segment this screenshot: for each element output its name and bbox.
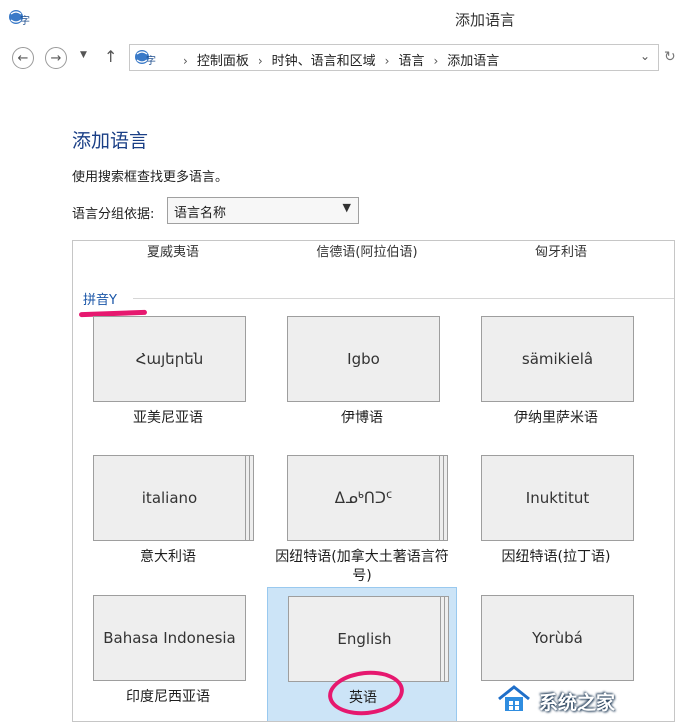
language-name[interactable]: 夏威夷语 <box>83 241 263 260</box>
breadcrumb-separator-icon: › <box>384 54 390 68</box>
tile-card: sämikielâ <box>481 316 634 402</box>
refresh-icon[interactable]: ↻ <box>664 49 675 65</box>
house-logo-icon <box>497 684 531 718</box>
language-tile[interactable]: ᐃᓄᒃᑎᑐᑦ 因纽特语(加拿大土著语言符号) <box>267 455 457 585</box>
main-content: 添加语言 使用搜索框查找更多语言。 语言分组依据: 语言名称 ▼ 夏威夷语 信德… <box>0 80 675 722</box>
tile-label: 因纽特语(加拿大土著语言符号) <box>275 549 449 584</box>
tile-card: English <box>288 596 441 682</box>
title-bar: 字 添加语言 <box>0 0 675 36</box>
group-by-value: 语言名称 <box>174 206 227 221</box>
language-name[interactable]: 匈牙利语 <box>471 241 651 260</box>
svg-text:字: 字 <box>146 54 156 67</box>
tile-card: Bahasa Indonesia <box>93 595 246 681</box>
tile-card: ᐃᓄᒃᑎᑐᑦ <box>287 455 440 541</box>
breadcrumb-add-language[interactable]: 添加语言 <box>447 54 499 69</box>
language-tile[interactable]: italiano 意大利语 <box>73 455 263 585</box>
tile-label: 亚美尼亚语 <box>133 410 203 426</box>
section-divider <box>133 298 674 299</box>
section-header: 拼音Y <box>83 293 117 308</box>
chevron-down-icon: ▼ <box>342 201 351 214</box>
language-tile[interactable]: Հայերեն 亚美尼亚语 <box>73 316 263 436</box>
address-bar[interactable]: 字 › 控制面板 › 时钟、语言和区域 › 语言 › 添加语言 ⌄ <box>129 44 659 71</box>
watermark-text: 系统之家 <box>539 691 616 714</box>
watermark: 系统之家 <box>497 684 669 718</box>
language-name[interactable]: 信德语(阿拉伯语) <box>277 241 457 260</box>
search-hint: 使用搜索框查找更多语言。 <box>72 170 229 185</box>
page-title: 添加语言 <box>72 130 149 152</box>
navigation-bar: ← → ▼ ↑ 字 › 控制面板 › 时钟、语言和区域 › 语言 › 添加语言 ⌄ ↻ <box>0 40 675 74</box>
tile-label: 意大利语 <box>140 549 196 565</box>
chevron-down-icon[interactable]: ⌄ <box>640 49 650 63</box>
group-by-label: 语言分组依据: <box>72 207 155 222</box>
tile-card: Yorùbá <box>481 595 634 681</box>
window-title: 添加语言 <box>454 11 515 29</box>
forward-button[interactable]: → <box>45 47 67 69</box>
group-by-select[interactable]: 语言名称 ▼ <box>167 197 359 224</box>
breadcrumb-language[interactable]: 语言 <box>398 54 424 69</box>
breadcrumb-separator-icon: › <box>183 54 188 68</box>
recent-locations-dropdown[interactable]: ▼ <box>80 50 87 60</box>
language-tile[interactable]: sämikielâ 伊纳里萨米语 <box>461 316 651 436</box>
language-tile[interactable]: Inuktitut 因纽特语(拉丁语) <box>461 455 651 585</box>
tile-label: 因纽特语(拉丁语) <box>501 549 611 565</box>
back-button[interactable]: ← <box>12 47 34 69</box>
breadcrumb-control-panel[interactable]: 控制面板 <box>197 54 249 69</box>
up-level-button[interactable]: ↑ <box>104 47 117 66</box>
tile-card: Igbo <box>287 316 440 402</box>
tile-label: 伊博语 <box>341 410 383 426</box>
breadcrumb-separator-icon: › <box>433 54 439 68</box>
top-language-row: 夏威夷语 信德语(阿拉伯语) 匈牙利语 <box>73 241 674 263</box>
language-globe-icon: 字 <box>134 48 156 72</box>
language-tile[interactable]: Bahasa Indonesia 印度尼西亚语 <box>73 595 263 721</box>
breadcrumb-separator-icon: › <box>257 54 263 68</box>
breadcrumb-clock-language-region[interactable]: 时钟、语言和区域 <box>272 54 376 69</box>
breadcrumb: › 控制面板 › 时钟、语言和区域 › 语言 › 添加语言 <box>174 50 499 69</box>
tile-card: italiano <box>93 455 246 541</box>
language-list-panel[interactable]: 夏威夷语 信德语(阿拉伯语) 匈牙利语 拼音Y Հայերեն 亚美尼亚语 Ig… <box>72 240 675 722</box>
language-tile[interactable]: Igbo 伊博语 <box>267 316 457 436</box>
tile-label: 伊纳里萨米语 <box>514 410 598 426</box>
tile-label: 印度尼西亚语 <box>126 689 210 705</box>
tile-card: Հայերեն <box>93 316 246 402</box>
tile-card: Inuktitut <box>481 455 634 541</box>
